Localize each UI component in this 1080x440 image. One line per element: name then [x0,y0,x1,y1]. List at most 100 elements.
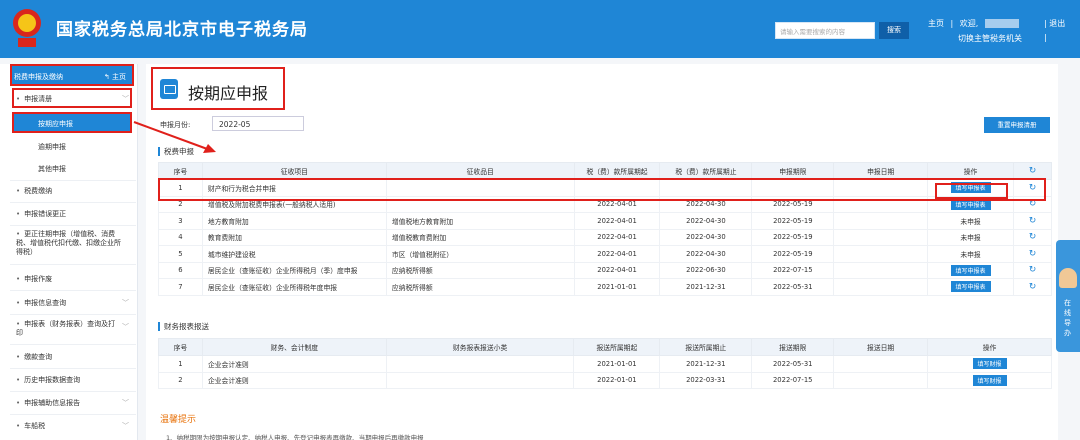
table-cell: 2 [158,371,203,389]
table-cell: 1 [158,355,203,373]
annotation-box-fill-button [935,183,1008,199]
table-cell: 填写财报 [927,355,1052,373]
fill-declaration-button[interactable]: 填写申报表 [950,264,991,276]
table-cell [385,355,575,373]
table-cell: 2022-04-01 [573,228,661,246]
refresh-icon[interactable]: ↻ [1029,232,1037,242]
sidebar-item-report-print[interactable]: • 申报表（财务报表）查询及打印 [16,320,132,338]
refresh-icon[interactable]: ↻ [1029,265,1037,275]
refresh-icon[interactable]: ↻ [1029,216,1037,226]
table-cell: 2021-12-31 [659,355,753,373]
table-cell: 2022-05-19 [751,245,835,263]
sidebar-item-void-declaration[interactable]: • 申报作废 [16,274,132,284]
table-cell: 未申报 [927,228,1014,246]
sidebar-item-history-query[interactable]: • 历史申报数据查询 [16,375,132,385]
assistant-avatar-icon [1059,268,1077,288]
search-button[interactable]: 搜索 [879,22,909,39]
bullet-icon: • [16,299,21,307]
table-row: 6 居民企业（查账征收）企业所得税月（季）度申报 应纳税所得额 2022-04-01 2… [158,261,1052,279]
table-cell: 2022-04-01 [573,261,661,279]
fill-declaration-button[interactable]: 填写申报表 [950,281,991,293]
table-cell: 应纳税所得额 [385,278,575,296]
sidebar-item-overdue-declaration[interactable]: 逾期申报 [38,142,66,152]
home-link[interactable]: 主页 [928,19,944,28]
chevron-down-icon[interactable]: ﹀ [122,322,129,332]
table-cell: 2022-01-01 [573,371,661,389]
sidebar-item-vehicle-tax[interactable]: • 车船税 [16,421,132,431]
tax-header-cell: 税（费）款所属期止 [659,162,753,180]
fin-header-cell: 操作 [927,338,1052,356]
tax-header-cell: 申报期限 [751,162,835,180]
separator: | [950,19,954,28]
search-input[interactable]: 请输入需要搜索的内容 [775,22,875,39]
period-input[interactable]: 2022-05 [212,116,304,131]
table-cell [833,355,929,373]
chevron-down-icon[interactable]: ﹀ [122,298,129,308]
table-row: 1 企业会计准则 2021-01-01 2021-12-31 2022-05-31 填写财… [158,355,1052,373]
table-cell: 增值税地方教育附加 [385,212,575,230]
online-guide-float[interactable]: 在线导办 [1056,240,1080,352]
sidebar-item-correct-past[interactable]: • 更正往期申报（增值税、消费税、增值税代扣代缴、扣缴企业所得税） [16,230,132,257]
fin-header-cell: 报送日期 [833,338,929,356]
refresh-icon[interactable]: ↻ [1029,282,1037,292]
annotation-box-due-declaration [12,112,132,133]
tax-header-cell: ↻ [1013,162,1052,180]
table-cell: 6 [158,261,203,279]
refresh-icon[interactable]: ↻ [1029,249,1037,259]
tax-header-cell: 税（费）款所属期起 [573,162,661,180]
table-cell [385,371,575,389]
exit-link[interactable]: | 退出 [1044,18,1065,29]
table-cell [833,261,929,279]
table-cell: 2022-05-19 [751,212,835,230]
table-cell: 城市维护建设税 [201,245,387,263]
tips-title: 温馨提示 [160,415,197,425]
table-cell: ↻ [1013,212,1052,230]
table-cell: 2022-04-30 [659,228,753,246]
online-guide-label: 在线导办 [1064,299,1071,337]
fin-header-cell: 序号 [158,338,203,356]
divider [10,264,136,265]
fin-header-cell: 财务、会计制度 [201,338,387,356]
table-cell: 2022-05-31 [751,278,835,296]
tax-header-cell: 操作 [927,162,1014,180]
annotation-box-sidebar-header [10,64,134,86]
sidebar-item-tax-payment[interactable]: • 税费缴纳 [16,186,132,196]
table-cell [833,371,929,389]
period-label: 申报月份: [160,121,191,129]
reset-list-button[interactable]: 重置申报清册 [984,117,1050,133]
table-cell: ↻ [1013,228,1052,246]
sidebar-item-other-declaration[interactable]: 其他申报 [38,164,66,174]
bullet-icon: • [16,376,21,384]
sidebar-item-declaration-query[interactable]: • 申报信息查询 [16,298,132,308]
table-cell: 2022-04-01 [573,212,661,230]
table-cell: 2021-12-31 [659,278,753,296]
sidebar-item-error-correction[interactable]: • 申报错误更正 [16,209,132,219]
separator: | [1044,19,1047,28]
table-cell: 增值税教育费附加 [385,228,575,246]
table-cell: 3 [158,212,203,230]
sidebar-item-payment-query[interactable]: • 缴款查询 [16,352,132,362]
table-row: 4 教育费附加 增值税教育费附加 2022-04-01 2022-04-30 2022-0… [158,228,1052,246]
sidebar-item-auxiliary-report[interactable]: • 申报辅助信息报告 [16,398,132,408]
table-cell: 2021-01-01 [573,278,661,296]
exit-label[interactable]: 退出 [1049,19,1065,28]
table-cell: 居民企业（查账征收）企业所得税月（季）度申报 [201,261,387,279]
table-cell: 2022-06-30 [659,261,753,279]
fin-header-cell: 报送所属期止 [659,338,753,356]
divider [10,314,136,315]
table-cell: 2022-04-30 [659,212,753,230]
fill-financial-report-button[interactable]: 填写财报 [972,374,1007,386]
switch-tax-office-link[interactable]: 切换主管税务机关 [958,33,1022,44]
tax-section-title: 税费申报 [158,147,194,156]
fill-financial-report-button[interactable]: 填写财报 [972,358,1007,370]
table-cell: 2022-03-31 [659,371,753,389]
divider [10,414,136,415]
fin-header-cell: 报送期限 [751,338,835,356]
chevron-down-icon[interactable]: ﹀ [122,398,129,408]
chevron-down-icon[interactable]: ﹀ [122,421,129,431]
refresh-icon[interactable]: ↻ [1029,166,1037,176]
bullet-icon: • [16,353,21,361]
table-row: 3 地方教育附加 增值税地方教育附加 2022-04-01 2022-04-30 2022… [158,212,1052,230]
table-cell: 2022-04-01 [573,245,661,263]
table-cell: 2022-07-15 [751,371,835,389]
